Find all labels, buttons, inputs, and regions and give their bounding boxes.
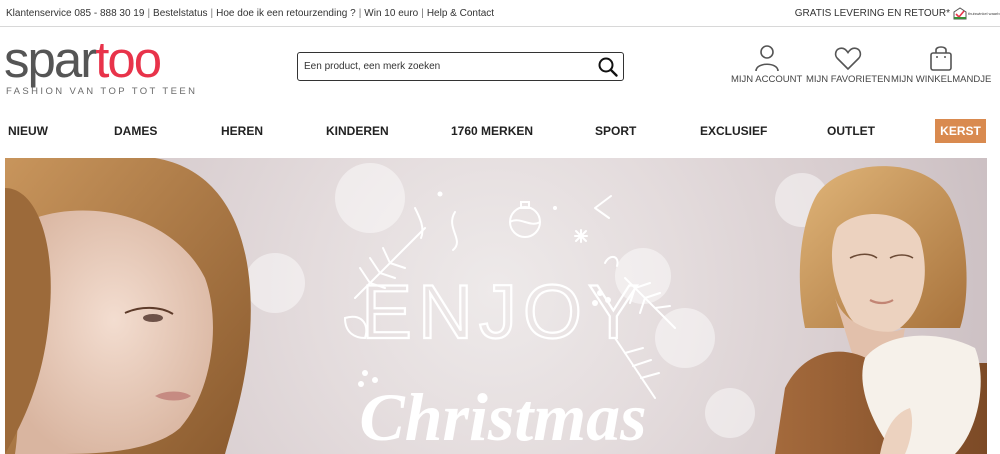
order-status-link[interactable]: Bestelstatus [153, 8, 207, 19]
my-favorites-button[interactable]: MIJN FAVORIETEN [806, 44, 890, 85]
logo-part-too: too [95, 31, 162, 88]
nav-item-nieuw[interactable]: NIEUW [8, 124, 48, 138]
separator: | [147, 8, 151, 19]
search-box [297, 52, 624, 81]
hero-banner[interactable]: ENJOY Christmas [5, 158, 987, 454]
nav-item-sport[interactable]: SPORT [595, 124, 636, 138]
nav-item-heren[interactable]: HEREN [221, 124, 263, 138]
nav-item-kinderen[interactable]: KINDEREN [326, 124, 389, 138]
my-favorites-label: MIJN FAVORIETEN [806, 74, 891, 85]
my-account-button[interactable]: MIJN ACCOUNT [731, 44, 802, 85]
header: spartoo FASHION VAN TOP TOT TEEN MIJN AC… [0, 28, 1000, 110]
my-cart-label: MIJN WINKELMANDJE [891, 74, 992, 85]
tagline: FASHION VAN TOP TOT TEEN [6, 86, 198, 97]
win-10-euro-link[interactable]: Win 10 euro [364, 8, 418, 19]
trust-badge[interactable]: thuiswinkel waarborg [953, 7, 1000, 20]
separator: | [358, 8, 362, 19]
thuiswinkel-badge-icon [953, 7, 967, 20]
shopping-bag-icon [930, 46, 952, 71]
nav-item-kerst[interactable]: KERST [935, 119, 986, 143]
christmas-decoration: ENJOY Christmas [343, 191, 676, 454]
top-bar: Klantenservice 085 - 888 30 19 | Bestelsta… [0, 0, 1000, 27]
hero-headline-enjoy: ENJOY [361, 270, 644, 355]
main-navigation: NIEUW DAMES HEREN KINDEREN 1760 MERKEN S… [0, 116, 1000, 144]
hero-headline-christmas: Christmas [359, 379, 646, 454]
nav-item-merken[interactable]: 1760 MERKEN [451, 124, 533, 138]
return-info-link[interactable]: Hoe doe ik een retourzending ? [216, 8, 356, 19]
my-account-label: MIJN ACCOUNT [731, 74, 803, 85]
free-shipping-text[interactable]: GRATIS LEVERING EN RETOUR* [795, 8, 950, 19]
nav-item-exclusief[interactable]: EXCLUSIEF [700, 124, 767, 138]
customer-service-link[interactable]: Klantenservice 085 - 888 30 19 [6, 8, 144, 19]
help-contact-link[interactable]: Help & Contact [427, 8, 494, 19]
search-input[interactable] [298, 53, 588, 80]
logo-part-spar: spar [4, 31, 97, 88]
badge-text: thuiswinkel waarborg [968, 10, 1000, 16]
nav-item-dames[interactable]: DAMES [114, 124, 157, 138]
model-left-image [5, 158, 251, 454]
search-icon[interactable] [597, 56, 619, 78]
separator: | [421, 8, 424, 19]
service-links: Klantenservice 085 - 888 30 19 | Bestelsta… [6, 8, 494, 19]
heart-icon [834, 47, 862, 71]
bokeh-light [705, 388, 755, 438]
spartoo-logo[interactable]: spartoo [4, 31, 162, 88]
separator: | [210, 8, 214, 19]
nav-item-outlet[interactable]: OUTLET [827, 124, 875, 138]
model-right-image [775, 166, 987, 454]
shipping-info: GRATIS LEVERING EN RETOUR* thuiswinkel w… [795, 7, 1000, 20]
user-icon [754, 45, 779, 72]
my-cart-button[interactable]: MIJN WINKELMANDJE [891, 44, 991, 85]
